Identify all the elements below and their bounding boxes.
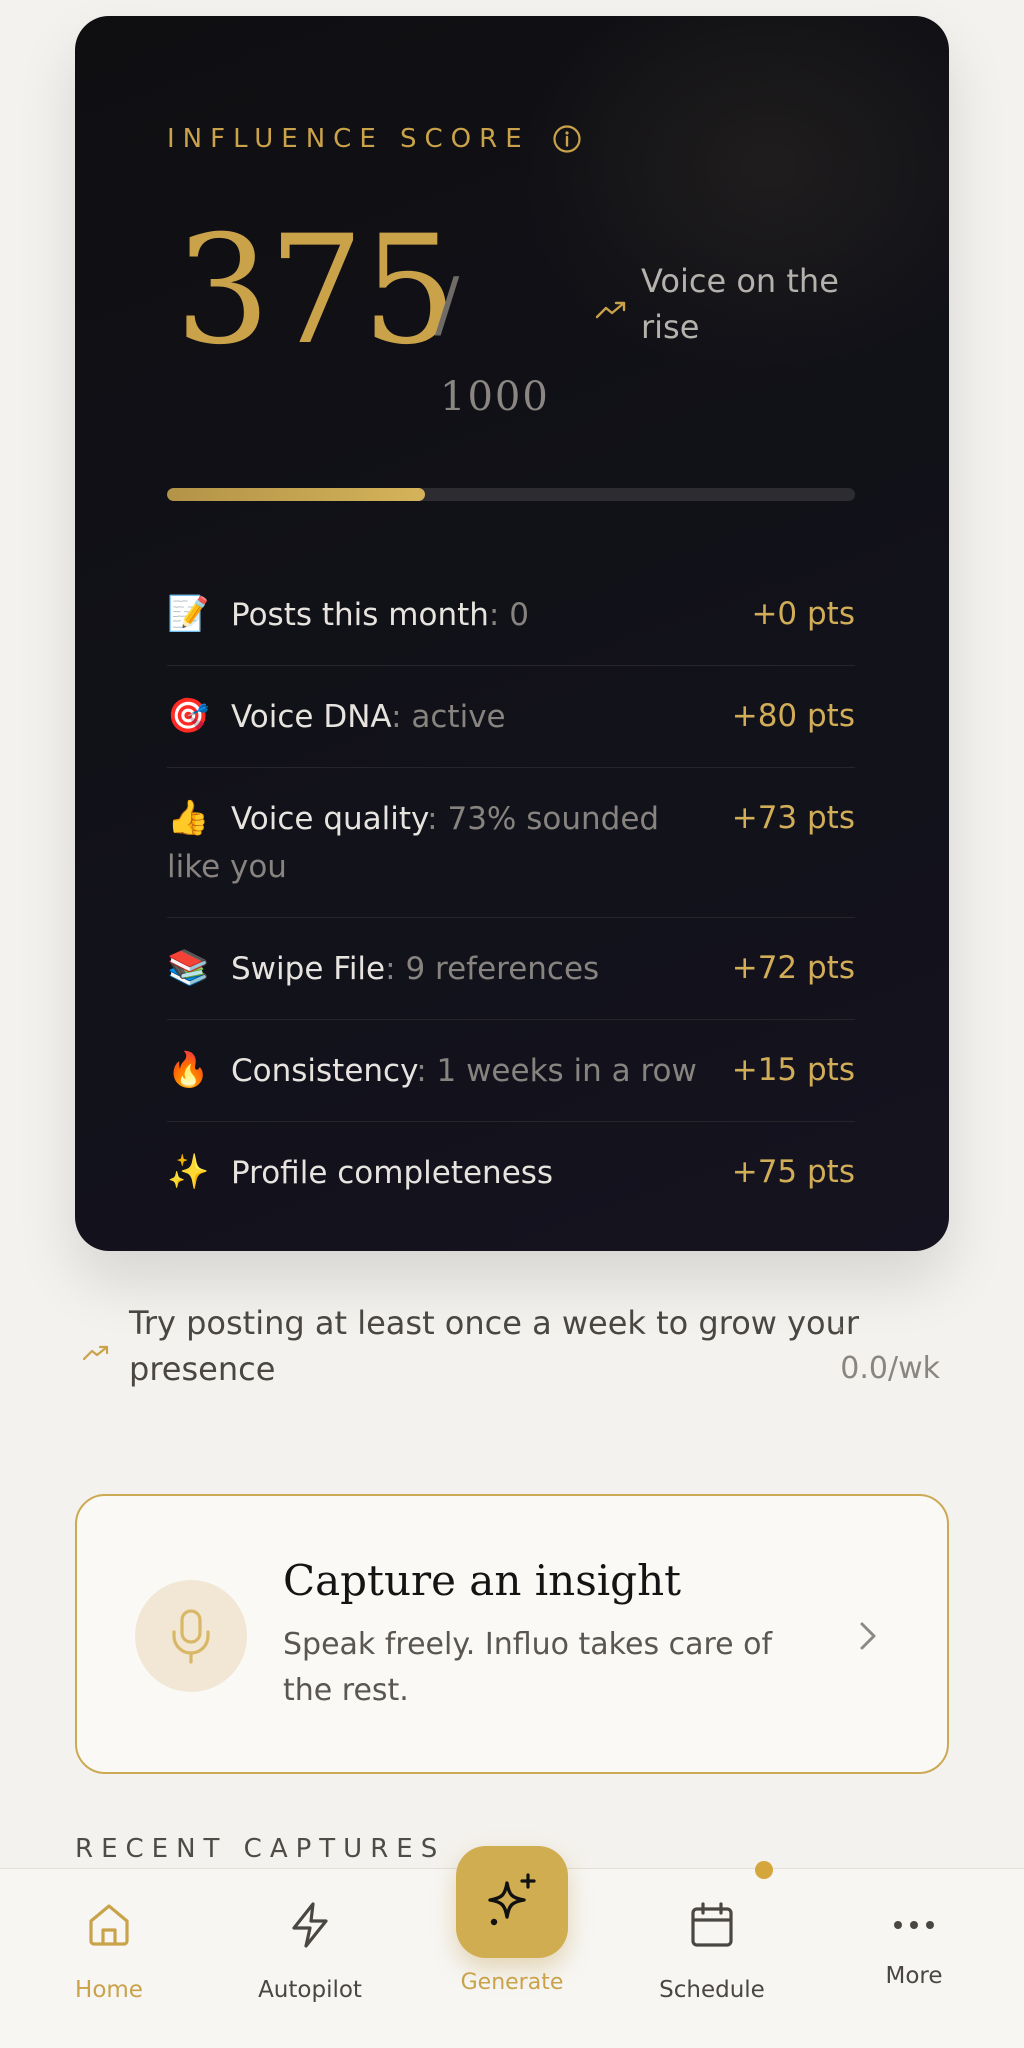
- metric-consistency: 🔥 Consistency: 1 weeks in a row +15 pts: [167, 1020, 855, 1122]
- posting-tip: Try posting at least once a week to grow…: [82, 1300, 942, 1400]
- metric-points: +15 pts: [731, 1052, 855, 1088]
- nav-home[interactable]: Home: [29, 1869, 189, 2048]
- metric-separator: :: [427, 801, 448, 837]
- metric-separator: :: [385, 951, 406, 987]
- microphone-icon: [172, 1609, 210, 1664]
- target-icon: 🎯: [167, 696, 210, 736]
- metric-points: +73 pts: [731, 800, 855, 836]
- home-icon: [89, 1904, 129, 1946]
- fire-icon: 🔥: [167, 1050, 210, 1090]
- score-max: 1000: [440, 374, 550, 420]
- influence-score-label: INFLUENCE SCORE: [167, 124, 530, 154]
- more-dots-icon: [894, 1921, 934, 1929]
- metric-swipe-file: 📚 Swipe File: 9 references +72 pts: [167, 918, 855, 1020]
- nav-autopilot-label: Autopilot: [258, 1977, 362, 2003]
- metric-name: Profile completeness: [231, 1155, 554, 1191]
- metric-value: 0: [509, 597, 529, 633]
- sparkles-icon: ✨: [167, 1152, 210, 1192]
- sparkles-icon: [488, 1873, 536, 1926]
- nav-schedule-label: Schedule: [659, 1977, 765, 2003]
- metric-posts-this-month: 📝 Posts this month: 0 +0 pts: [167, 564, 855, 666]
- chevron-right-icon: [860, 1622, 876, 1650]
- score-progress-bar: [167, 488, 855, 501]
- memo-icon: 📝: [167, 594, 210, 634]
- metric-value: active: [411, 699, 506, 735]
- nav-home-label: Home: [75, 1977, 143, 2003]
- capture-title: Capture an insight: [283, 1556, 681, 1605]
- info-icon[interactable]: [552, 124, 582, 154]
- metric-points: +72 pts: [731, 950, 855, 986]
- metric-points: +75 pts: [731, 1154, 855, 1190]
- score-progress-fill: [167, 488, 425, 501]
- metric-name: Voice DNA: [231, 699, 392, 735]
- metric-voice-dna: 🎯 Voice DNA: active +80 pts: [167, 666, 855, 768]
- metric-value: 9 references: [405, 951, 600, 987]
- posting-rate: 0.0/wk: [840, 1351, 940, 1386]
- trend-indicator: Voice on the rise: [595, 258, 895, 350]
- score-header: INFLUENCE SCORE: [167, 124, 582, 154]
- tip-dot: [838, 1327, 842, 1331]
- score-value: 375: [175, 204, 457, 378]
- nav-more-label: More: [885, 1963, 943, 1989]
- schedule-notification-dot: [755, 1861, 773, 1879]
- nav-more[interactable]: More: [834, 1869, 994, 2048]
- lightning-icon: [292, 1902, 328, 1948]
- trend-text: Voice on the rise: [641, 262, 839, 346]
- metric-name: Swipe File: [231, 951, 386, 987]
- calendar-icon: [691, 1902, 733, 1947]
- metric-name: Voice quality: [231, 801, 428, 837]
- metric-points: +80 pts: [731, 698, 855, 734]
- generate-label: Generate: [460, 1970, 564, 1995]
- recent-captures-heading: RECENT CAPTURES: [75, 1834, 446, 1864]
- metric-name: Posts this month: [231, 597, 489, 633]
- influence-score-card[interactable]: INFLUENCE SCORE 375 / 1000 Voice on the …: [75, 16, 949, 1251]
- score-metrics-list: 📝 Posts this month: 0 +0 pts 🎯 Voice DNA: …: [167, 564, 855, 1223]
- tip-text: Try posting at least once a week to grow…: [129, 1304, 860, 1388]
- mic-badge: [135, 1580, 247, 1692]
- metric-separator: :: [488, 597, 510, 633]
- trending-up-icon: [82, 1345, 109, 1361]
- trending-up-icon: [595, 301, 626, 319]
- metric-points: +0 pts: [751, 596, 855, 632]
- metric-voice-quality: 👍 Voice quality: 73% sounded like you +73…: [167, 768, 855, 918]
- metric-name: Consistency: [231, 1053, 417, 1089]
- score-slash: /: [435, 262, 460, 346]
- capture-insight-card[interactable]: Capture an insight Speak freely. Influo …: [75, 1494, 949, 1774]
- generate-button[interactable]: [456, 1846, 568, 1958]
- home-screen: INFLUENCE SCORE 375 / 1000 Voice on the …: [0, 0, 1024, 2048]
- metric-value: 1 weeks in a row: [436, 1053, 697, 1089]
- books-icon: 📚: [167, 948, 210, 988]
- metric-separator: :: [391, 699, 412, 735]
- metric-profile-completeness: ✨ Profile completeness +75 pts: [167, 1122, 855, 1223]
- nav-autopilot[interactable]: Autopilot: [230, 1869, 390, 2048]
- nav-schedule[interactable]: Schedule: [632, 1869, 792, 2048]
- capture-subtitle: Speak freely. Influo takes care of the r…: [283, 1627, 773, 1708]
- metric-separator: :: [416, 1053, 437, 1089]
- thumbs-up-icon: 👍: [167, 798, 210, 838]
